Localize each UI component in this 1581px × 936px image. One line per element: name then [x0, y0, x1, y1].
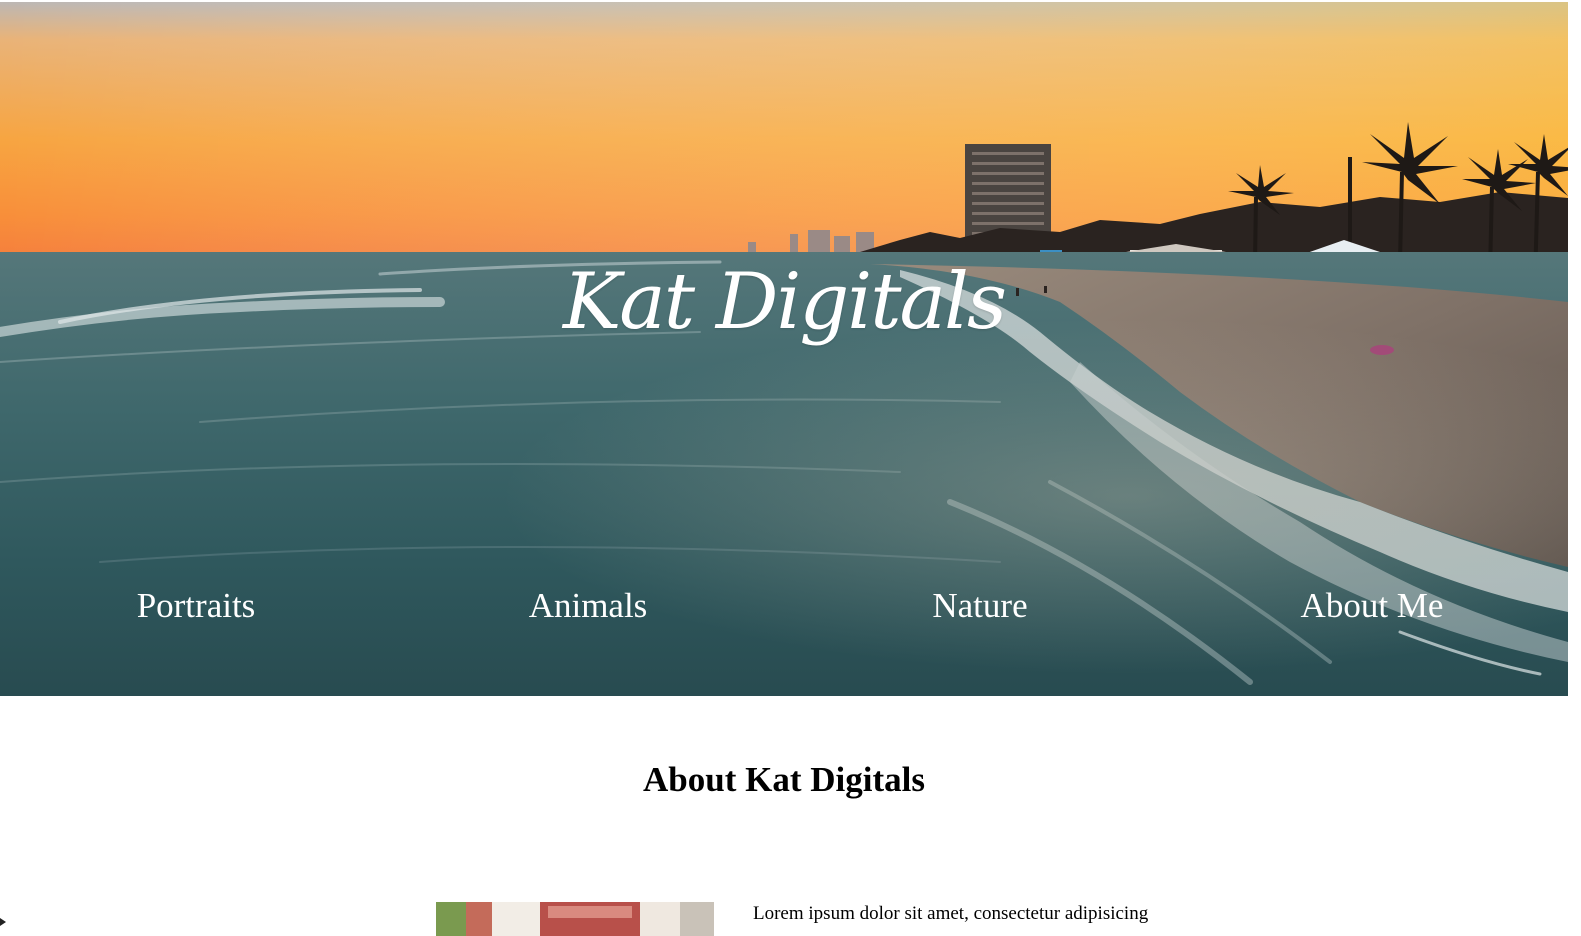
nav-link-animals[interactable]: Animals [392, 582, 784, 630]
site-title: Kat Digitals [562, 257, 1007, 347]
page-edge-glyph [0, 918, 6, 926]
nav-link-about-me[interactable]: About Me [1176, 582, 1568, 630]
page: Kat Digitals Portraits Animals Nature Ab… [0, 0, 1581, 936]
main-nav: Portraits Animals Nature About Me [0, 582, 1568, 632]
hero-banner: Kat Digitals Portraits Animals Nature Ab… [0, 2, 1568, 696]
about-photo [436, 902, 714, 936]
nav-link-portraits[interactable]: Portraits [0, 582, 392, 630]
about-body-text: Lorem ipsum dolor sit amet, consectetur … [753, 903, 1149, 924]
about-heading: About Kat Digitals [643, 760, 925, 799]
nav-link-nature[interactable]: Nature [784, 582, 1176, 630]
